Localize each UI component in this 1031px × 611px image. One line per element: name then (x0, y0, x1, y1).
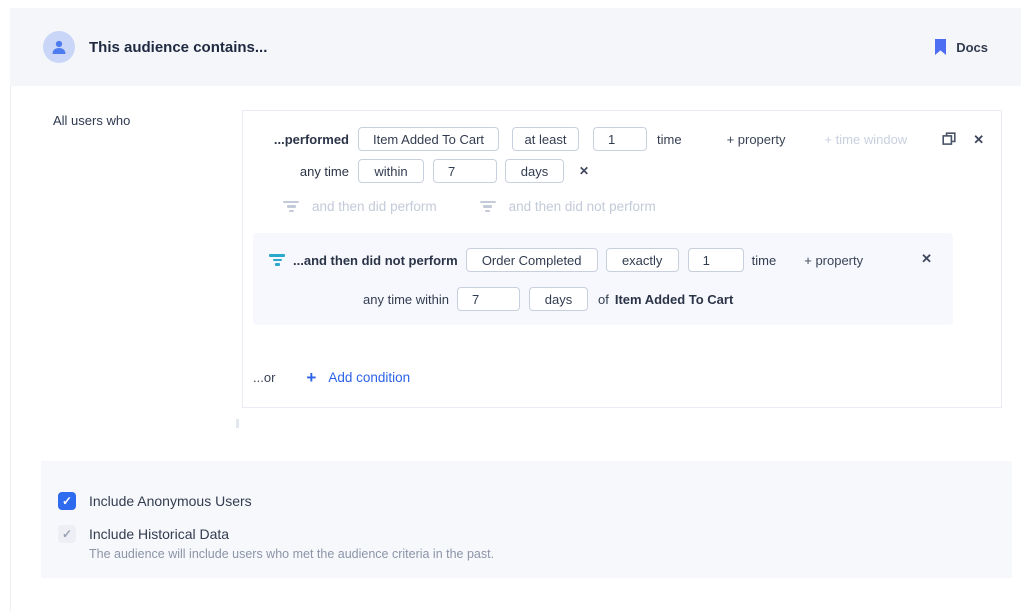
subcondition-window-row: any time within days of Item Added To Ca… (253, 287, 953, 311)
within-select-button[interactable]: within (358, 159, 424, 183)
add-condition-button[interactable]: Add condition (328, 370, 410, 385)
check-icon: ✓ (62, 495, 72, 507)
operator-select-button[interactable]: at least (512, 127, 579, 151)
sequence-links-row: and then did perform and then did not pe… (283, 199, 656, 214)
connector-tick (236, 419, 239, 428)
filter-icon (283, 201, 299, 213)
condition-card: ...performed Item Added To Cart at least… (242, 110, 1002, 408)
close-icon: ✕ (579, 165, 589, 177)
did-not-perform-label: ...and then did not perform (293, 253, 458, 268)
and-then-did-perform-button[interactable]: and then did perform (283, 199, 437, 214)
sub-count-input[interactable] (688, 248, 744, 272)
and-then-did-not-perform-label: and then did not perform (509, 199, 656, 214)
window-unit-button[interactable]: days (505, 159, 564, 183)
sub-add-property-button[interactable]: + property (804, 253, 863, 268)
historical-data-description: The audience will include users who met … (89, 547, 494, 561)
duplicate-condition-button[interactable] (942, 132, 956, 146)
subcondition-row: ...and then did not perform Order Comple… (253, 248, 953, 272)
or-label: ...or (253, 370, 275, 385)
check-icon: ✓ (62, 528, 72, 540)
sub-window-value-input[interactable] (457, 287, 520, 311)
add-time-window-button[interactable]: + time window (824, 132, 907, 147)
subcondition-card: ...and then did not perform Order Comple… (253, 233, 953, 325)
audience-header: This audience contains... Docs (10, 8, 1021, 86)
bookmark-icon (934, 39, 947, 55)
avatar (43, 31, 75, 63)
and-then-did-perform-label: and then did perform (312, 199, 437, 214)
historical-data-label: Include Historical Data (89, 526, 229, 542)
docs-button[interactable]: Docs (934, 39, 988, 55)
remove-condition-button[interactable]: ✕ (973, 133, 984, 146)
options-panel: ✓ Include Anonymous Users ✓ Include Hist… (41, 461, 1012, 578)
plus-icon[interactable]: + (306, 369, 316, 386)
anonymous-users-option: ✓ Include Anonymous Users (58, 492, 252, 510)
window-value-input[interactable] (433, 159, 497, 183)
docs-label: Docs (956, 40, 988, 55)
performed-condition-row: ...performed Item Added To Cart at least… (243, 127, 1001, 151)
count-input[interactable] (593, 127, 647, 151)
event-select-button[interactable]: Item Added To Cart (358, 127, 499, 151)
of-label: of (598, 292, 609, 307)
sub-operator-select-button[interactable]: exactly (606, 248, 679, 272)
anonymous-users-label: Include Anonymous Users (89, 493, 252, 509)
any-time-within-label: any time within (253, 292, 449, 307)
filter-icon (480, 201, 496, 213)
and-then-did-not-perform-button[interactable]: and then did not perform (480, 199, 656, 214)
person-icon (50, 38, 68, 56)
page-left-border (10, 8, 11, 611)
add-property-button[interactable]: + property (727, 132, 786, 147)
time-window-row: any time within days ✕ (243, 159, 1001, 183)
historical-data-checkbox: ✓ (58, 525, 76, 543)
sub-time-suffix-label: time (752, 253, 777, 268)
page-title: This audience contains... (89, 39, 934, 56)
close-icon: ✕ (921, 252, 932, 265)
of-event-label: Item Added To Cart (615, 292, 733, 307)
sub-event-select-button[interactable]: Order Completed (466, 248, 598, 272)
historical-data-option: ✓ Include Historical Data (58, 525, 229, 543)
all-users-who-label: All users who (53, 113, 130, 128)
remove-subcondition-button[interactable]: ✕ (921, 252, 932, 265)
copy-icon (942, 132, 956, 146)
filter-icon (269, 254, 285, 266)
anonymous-users-checkbox[interactable]: ✓ (58, 492, 76, 510)
time-suffix-label: time (657, 132, 682, 147)
sub-window-unit-button[interactable]: days (529, 287, 588, 311)
add-condition-row: ...or + Add condition (253, 369, 410, 386)
close-icon: ✕ (973, 133, 984, 146)
remove-time-window-button[interactable]: ✕ (579, 165, 589, 177)
any-time-label: any time (243, 164, 349, 179)
performed-label: ...performed (243, 132, 349, 147)
